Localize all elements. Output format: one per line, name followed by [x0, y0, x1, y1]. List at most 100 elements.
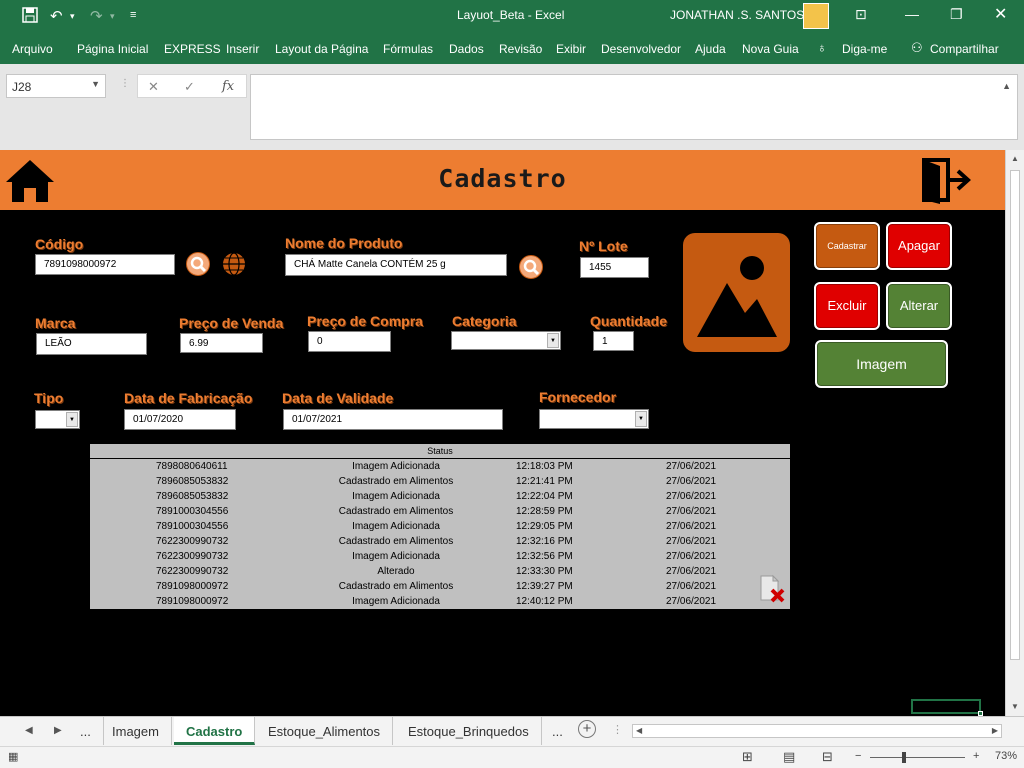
- zoom-in-button[interactable]: +: [973, 750, 979, 762]
- prev-sheet-icon[interactable]: ◀: [25, 725, 33, 736]
- restore-icon[interactable]: ❐: [950, 6, 963, 23]
- add-sheet-icon[interactable]: +: [578, 720, 596, 738]
- table-row[interactable]: 7898080640611 Imagem Adicionada 12:18:03 P…: [90, 460, 790, 475]
- scroll-left-icon[interactable]: ◀: [636, 726, 642, 735]
- table-row[interactable]: 7891000304556 Imagem Adicionada 12:29:05 P…: [90, 520, 790, 535]
- fornecedor-select[interactable]: ▼: [539, 409, 649, 429]
- scroll-right-icon[interactable]: ▶: [992, 726, 998, 735]
- tab-estoque-alimentos[interactable]: Estoque_Alimentos: [256, 717, 394, 745]
- preco-venda-field[interactable]: 6.99: [180, 333, 263, 353]
- tipo-select[interactable]: ▼: [35, 410, 80, 429]
- page-break-view-icon[interactable]: ⊟: [822, 749, 833, 765]
- scroll-thumb[interactable]: [1010, 170, 1020, 660]
- minimize-icon[interactable]: —: [905, 6, 919, 22]
- table-row[interactable]: 7896085053832 Cadastrado em Alimentos 12:2…: [90, 475, 790, 490]
- zoom-level[interactable]: 73%: [995, 750, 1017, 762]
- table-row[interactable]: 7891098000972 Cadastrado em Alimentos 12:3…: [90, 580, 790, 595]
- tab-pagina-inicial[interactable]: Página Inicial: [77, 42, 148, 56]
- next-sheet-icon[interactable]: ▶: [54, 725, 62, 736]
- tab-inserir[interactable]: Inserir: [226, 42, 259, 56]
- tab-revisao[interactable]: Revisão: [499, 42, 542, 56]
- tab-dados[interactable]: Dados: [449, 42, 484, 56]
- tab-formulas[interactable]: Fórmulas: [383, 42, 433, 56]
- quantidade-field[interactable]: 1: [593, 331, 634, 351]
- table-row[interactable]: 7622300990732 Alterado 12:33:30 PM 27/06/20…: [90, 565, 790, 580]
- status-date-cell: 27/06/2021: [666, 506, 717, 517]
- cadastrar-button[interactable]: Cadastrar: [814, 222, 880, 270]
- chevron-down-icon[interactable]: ▼: [66, 412, 78, 427]
- user-name[interactable]: JONATHAN .S. SANTOS: [670, 8, 804, 22]
- tab-cadastro[interactable]: Cadastro: [174, 717, 256, 745]
- scroll-up-icon[interactable]: ▲: [1011, 154, 1019, 163]
- product-image-placeholder[interactable]: [683, 233, 790, 352]
- insert-function-icon[interactable]: fx: [222, 79, 234, 94]
- tab-nova-guia[interactable]: Nova Guia: [742, 42, 799, 56]
- redo-icon[interactable]: ↷: [90, 7, 103, 25]
- cancel-icon[interactable]: ✕: [148, 79, 159, 95]
- search-produto-button[interactable]: [519, 255, 543, 279]
- delete-file-icon[interactable]: [758, 574, 786, 604]
- tab-layout-pagina[interactable]: Layout da Página: [275, 42, 368, 56]
- preco-compra-field[interactable]: 0: [308, 331, 391, 352]
- tab-imagem[interactable]: Imagem: [100, 717, 172, 745]
- avatar[interactable]: [803, 3, 829, 29]
- table-row[interactable]: 7896085053832 Imagem Adicionada 12:22:04 P…: [90, 490, 790, 505]
- formula-input[interactable]: ▲: [250, 74, 1018, 140]
- vertical-scrollbar[interactable]: ▲ ▼: [1005, 150, 1024, 716]
- codigo-field[interactable]: 7891098000972: [35, 254, 175, 275]
- tab-desenvolvedor[interactable]: Desenvolvedor: [601, 42, 681, 56]
- imagem-button[interactable]: Imagem: [815, 340, 948, 388]
- table-row[interactable]: 7622300990732 Cadastrado em Alimentos 12:3…: [90, 535, 790, 550]
- horizontal-scrollbar[interactable]: ◀ ▶: [632, 724, 1002, 738]
- tell-me[interactable]: Diga-me: [842, 42, 887, 56]
- customize-qat-icon[interactable]: ≡: [130, 9, 136, 21]
- redo-dropdown-icon[interactable]: ▾: [110, 11, 115, 22]
- nome-produto-field[interactable]: CHÁ Matte Canela CONTÉM 25 g: [285, 254, 507, 276]
- enter-icon[interactable]: ✓: [184, 79, 195, 95]
- table-row[interactable]: 7891000304556 Cadastrado em Alimentos 12:2…: [90, 505, 790, 520]
- normal-view-icon[interactable]: ⊞: [742, 749, 753, 765]
- marca-field[interactable]: LEÃO: [36, 333, 147, 355]
- alterar-button[interactable]: Alterar: [886, 282, 952, 330]
- chevron-down-icon[interactable]: ▼: [635, 411, 647, 427]
- undo-dropdown-icon[interactable]: ▾: [70, 11, 75, 22]
- status-table[interactable]: Status 7898080640611 Imagem Adicionada 12:…: [90, 444, 790, 609]
- undo-icon[interactable]: ↶: [50, 7, 63, 25]
- chevron-down-icon[interactable]: ▼: [91, 79, 100, 89]
- page-layout-view-icon[interactable]: ▤: [783, 749, 795, 765]
- zoom-out-button[interactable]: −: [855, 750, 861, 762]
- ribbon-display-icon[interactable]: ⊡: [855, 6, 867, 23]
- macro-record-icon[interactable]: ▦: [8, 750, 18, 763]
- close-icon[interactable]: ✕: [994, 4, 1007, 24]
- apagar-button[interactable]: Apagar: [886, 222, 952, 270]
- share-button[interactable]: Compartilhar: [930, 42, 999, 56]
- tab-arquivo[interactable]: Arquivo: [12, 42, 53, 56]
- name-box[interactable]: J28 ▼: [6, 74, 106, 98]
- expand-formula-icon[interactable]: ▲: [1002, 81, 1011, 91]
- zoom-slider[interactable]: [870, 757, 965, 758]
- selected-cell[interactable]: [911, 699, 983, 716]
- lote-field[interactable]: 1455: [580, 257, 649, 278]
- exit-icon[interactable]: [920, 156, 974, 204]
- label-data-fabricacao: Data de Fabricação: [124, 390, 253, 406]
- tab-ajuda[interactable]: Ajuda: [695, 42, 726, 56]
- save-icon[interactable]: [22, 7, 38, 27]
- table-row[interactable]: 7891098000972 Imagem Adicionada 12:40:12 P…: [90, 595, 790, 610]
- tab-exibir[interactable]: Exibir: [556, 42, 586, 56]
- tab-estoque-brinquedos[interactable]: Estoque_Brinquedos: [396, 717, 542, 745]
- table-row[interactable]: 7622300990732 Imagem Adicionada 12:32:56 P…: [90, 550, 790, 565]
- chevron-down-icon[interactable]: ▼: [547, 333, 559, 348]
- worksheet[interactable]: Cadastro Código 7891098000972 Nome do Pr…: [0, 150, 1005, 716]
- data-fabricacao-field[interactable]: 01/07/2020: [124, 409, 236, 430]
- split-handle-icon[interactable]: ⋮: [612, 723, 623, 736]
- zoom-slider-thumb[interactable]: [902, 752, 906, 763]
- tab-express[interactable]: EXPRESS: [164, 42, 221, 56]
- more-sheets-left[interactable]: ...: [68, 717, 104, 745]
- excluir-button[interactable]: Excluir: [814, 282, 880, 330]
- data-validade-field[interactable]: 01/07/2021: [283, 409, 503, 430]
- categoria-select[interactable]: ▼: [451, 331, 561, 350]
- search-codigo-button[interactable]: [186, 252, 210, 276]
- more-sheets-right[interactable]: ...: [540, 717, 575, 745]
- globe-icon[interactable]: [221, 251, 247, 277]
- scroll-down-icon[interactable]: ▼: [1011, 702, 1019, 711]
